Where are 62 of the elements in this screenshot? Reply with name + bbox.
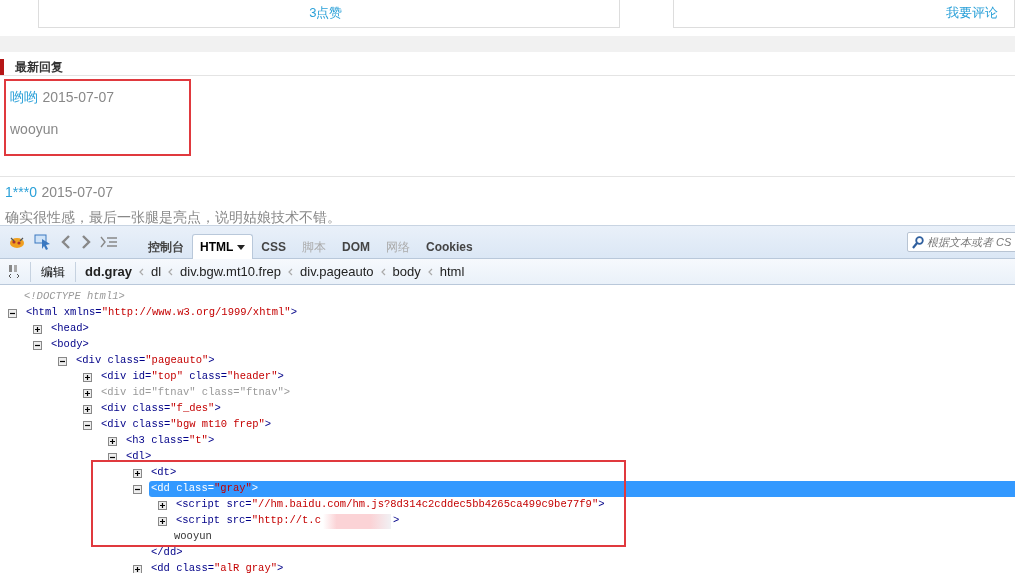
tab[interactable]: CSS	[253, 234, 294, 259]
html-tag[interactable]: <body>	[49, 337, 91, 353]
breadcrumb-item[interactable]: body	[389, 261, 424, 282]
html-tag[interactable]: <dl>	[124, 449, 154, 465]
breadcrumb-item[interactable]: dl	[147, 261, 165, 282]
search-field[interactable]: 根据文本或者 CS	[907, 232, 1015, 252]
edit-button[interactable]: 编辑	[30, 261, 76, 282]
expand-toggle-icon[interactable]	[133, 468, 142, 478]
collapse-toggle-icon[interactable]	[133, 484, 142, 494]
html-tag[interactable]: <dd class="alR gray">	[149, 561, 286, 573]
breadcrumb-item[interactable]: dd.gray	[82, 261, 135, 282]
collapse-toggle-icon[interactable]	[33, 340, 42, 350]
expand-toggle-icon[interactable]	[83, 388, 92, 398]
expand-toggle-icon[interactable]	[83, 404, 92, 414]
expand-toggle-icon[interactable]	[33, 324, 42, 334]
outdent-icon[interactable]	[100, 236, 118, 248]
breadcrumb-separator-icon	[288, 267, 293, 276]
forward-icon[interactable]	[80, 235, 92, 249]
doctype-declaration: <!DOCTYPE html1>	[24, 289, 125, 305]
breadcrumb-item[interactable]: html	[436, 261, 468, 282]
expand-toggle-icon[interactable]	[108, 436, 117, 446]
html-tag[interactable]: <div class="pageauto">	[74, 353, 217, 369]
section-heading: 最新回复	[0, 59, 1015, 75]
html-tag[interactable]: <div class="bgw mt10 frep">	[99, 417, 274, 433]
split-view-icon[interactable]	[8, 264, 20, 279]
reply-text: 确实很性感，最后一张腿是亮点，说明姑娘技术不错。	[5, 209, 342, 225]
breadcrumb-item[interactable]: div.bgw.mt10.frep	[177, 261, 284, 282]
tag-bracket: >	[391, 513, 401, 529]
reply-date: 2015-07-07	[41, 184, 113, 200]
breadcrumb-separator-icon	[168, 267, 174, 276]
breadcrumb-separator-icon	[380, 267, 386, 276]
back-icon[interactable]	[60, 235, 72, 249]
html-tag[interactable]: <html xmlns="http://www.w3.org/1999/xhtml">	[24, 305, 299, 321]
collapse-toggle-icon[interactable]	[83, 420, 92, 430]
collapse-toggle-icon[interactable]	[58, 356, 67, 366]
expand-toggle-icon[interactable]	[158, 500, 167, 510]
tab[interactable]: 控制台	[140, 234, 192, 259]
reply-date: 2015-07-07	[42, 89, 115, 105]
bug-icon[interactable]	[8, 235, 26, 249]
html-tag[interactable]: <div id="top" class="header">	[99, 369, 286, 385]
expand-toggle-icon[interactable]	[133, 564, 142, 573]
html-tag[interactable]: <h3 class="t">	[124, 433, 217, 449]
collapse-toggle-icon[interactable]	[8, 308, 17, 318]
expand-toggle-icon[interactable]	[158, 516, 167, 526]
html-tag[interactable]: <head>	[49, 321, 91, 337]
html-tag[interactable]: <dt>	[149, 465, 179, 481]
expand-toggle-icon[interactable]	[83, 372, 92, 382]
breadcrumb-separator-icon	[427, 267, 433, 276]
tab[interactable]: DOM	[334, 234, 378, 259]
tab[interactable]: Cookies	[418, 234, 481, 259]
breadcrumb-item[interactable]: div.pageauto	[297, 261, 377, 282]
search-icon	[912, 235, 924, 249]
html-tag[interactable]: <div class="f_des">	[99, 401, 223, 417]
html-tag[interactable]: <script src="//hm.baidu.com/hm.js?8d314c2cddec5bb4265ca499c9be77f9">	[174, 497, 607, 513]
text-content: wooyun	[174, 529, 212, 545]
collapse-toggle-icon[interactable]	[108, 452, 117, 462]
reply-text: wooyun	[10, 120, 60, 139]
html-tag[interactable]: <script src="http://t.c	[174, 513, 323, 529]
closing-tag: </dd>	[149, 545, 185, 561]
tab[interactable]: HTML	[192, 234, 254, 259]
inspect-icon[interactable]	[34, 234, 52, 250]
breadcrumb-separator-icon	[138, 267, 144, 276]
